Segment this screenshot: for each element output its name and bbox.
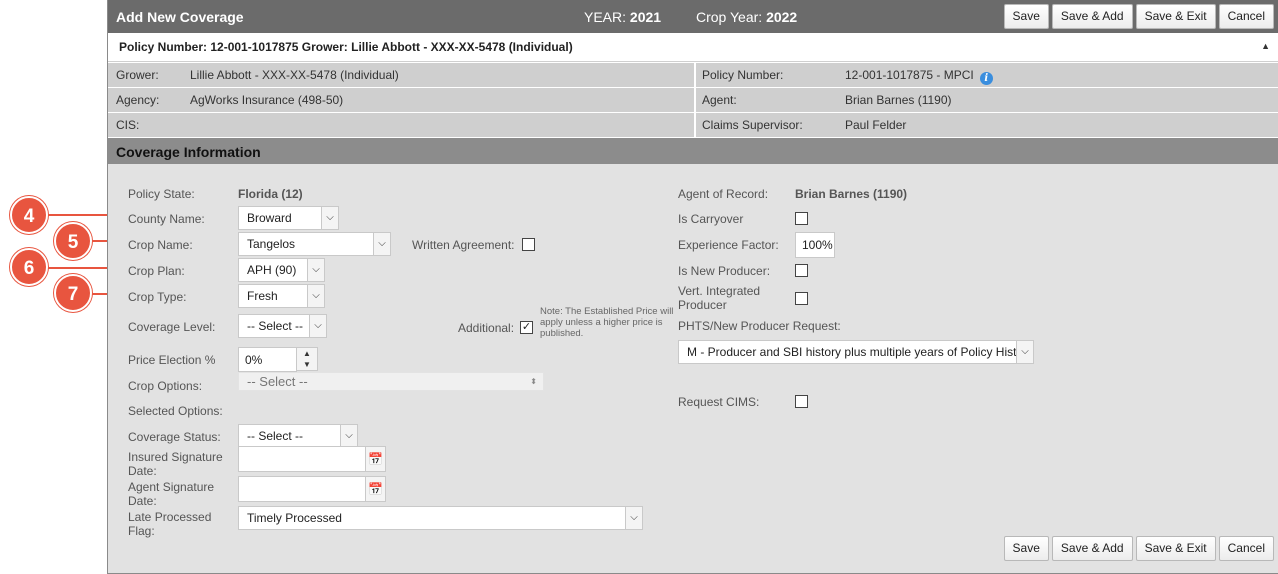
phts-label: PHTS/New Producer Request:	[678, 319, 841, 333]
up-arrow-icon[interactable]: ▲	[297, 348, 317, 359]
agency-value: AgWorks Insurance (498-50)	[190, 93, 344, 107]
claims-supervisor-label: Claims Supervisor:	[702, 118, 803, 132]
price-election-input[interactable]: 0%	[238, 347, 297, 372]
chevron-down-icon: ⌵	[1016, 341, 1033, 363]
new-producer-checkbox[interactable]	[795, 264, 808, 277]
carryover-label: Is Carryover	[678, 212, 744, 226]
chevron-down-icon: ⌵	[307, 259, 324, 281]
save-add-button[interactable]: Save & Add	[1051, 4, 1133, 29]
sort-arrows-icon: ⬍	[530, 377, 537, 386]
established-price-note: Note: The Established Price will apply u…	[540, 306, 674, 339]
title-bar: Add New Coverage YEAR: 2021 Crop Year: 2…	[108, 0, 1278, 33]
callout-marker-7: 7	[54, 274, 92, 312]
coverage-form: Policy State: Florida (12) County Name: …	[108, 164, 1278, 573]
claims-supervisor-value: Paul Felder	[845, 118, 907, 132]
additional-label: Additional:	[458, 321, 515, 335]
chevron-down-icon: ⌵	[373, 233, 390, 255]
save-exit-button[interactable]: Save & Exit	[1135, 536, 1216, 561]
agent-label: Agent:	[702, 93, 737, 107]
written-agreement-label: Written Agreement:	[412, 238, 515, 252]
new-producer-label: Is New Producer:	[678, 264, 771, 278]
chevron-down-icon: ⌵	[321, 207, 338, 229]
request-cims-label: Request CIMS:	[678, 395, 760, 409]
agent-value: Brian Barnes (1190)	[845, 93, 952, 107]
additional-checkbox[interactable]: ✓	[520, 321, 533, 334]
year-display: YEAR: 2021	[584, 9, 662, 25]
info-row-agency: Agency: AgWorks Insurance (498-50) Agent…	[108, 87, 1278, 112]
crop-plan-select[interactable]: APH (90) ⌵	[238, 258, 325, 282]
crop-plan-label: Crop Plan:	[128, 264, 185, 278]
policy-number-label: Policy Number:	[702, 68, 784, 82]
crop-name-select[interactable]: Tangelos ⌵	[238, 232, 391, 256]
insured-signature-date-input[interactable]	[238, 446, 366, 472]
policy-info-table: Grower: Lillie Abbott - XXX-XX-5478 (Ind…	[108, 62, 1278, 137]
policy-summary-text: Policy Number: 12-001-1017875 Grower: Li…	[119, 40, 573, 54]
late-processed-label: Late Processed Flag:	[128, 510, 212, 538]
policy-state-value: Florida (12)	[238, 187, 303, 201]
cancel-button[interactable]: Cancel	[1218, 536, 1274, 561]
crop-options-label: Crop Options:	[128, 379, 203, 393]
crop-type-label: Crop Type:	[128, 290, 187, 304]
coverage-level-select[interactable]: -- Select -- ⌵	[238, 314, 327, 338]
grower-value: Lillie Abbott - XXX-XX-5478 (Individual)	[190, 68, 399, 82]
info-divider	[694, 62, 696, 137]
callout-marker-4: 4	[10, 196, 48, 234]
save-exit-button[interactable]: Save & Exit	[1135, 4, 1216, 29]
agency-label: Agency:	[116, 93, 160, 107]
callout-marker-5: 5	[54, 222, 92, 260]
agent-of-record-value: Brian Barnes (1190)	[795, 187, 908, 201]
phts-select[interactable]: M - Producer and SBI history plus multip…	[678, 340, 1034, 364]
policy-number-value: 12-001-1017875 - MPCI i	[845, 68, 993, 85]
chevron-down-icon: ⌵	[307, 285, 324, 307]
crop-options-select[interactable]: -- Select -- ⬍	[238, 372, 544, 391]
cis-label: CIS:	[116, 118, 140, 132]
county-name-select[interactable]: Broward ⌵	[238, 206, 339, 230]
grower-label: Grower:	[116, 68, 159, 82]
insured-signature-label: Insured Signature Date:	[128, 450, 223, 478]
window-title: Add New Coverage	[116, 9, 244, 25]
bottom-button-group: Save Save & Add Save & Exit Cancel	[1003, 536, 1274, 561]
policy-summary-bar[interactable]: Policy Number: 12-001-1017875 Grower: Li…	[108, 33, 1278, 62]
written-agreement-checkbox[interactable]	[522, 238, 535, 251]
collapse-icon[interactable]: ▲	[1261, 41, 1270, 51]
top-button-group: Save Save & Add Save & Exit Cancel	[1003, 4, 1274, 29]
crop-type-select[interactable]: Fresh ⌵	[238, 284, 325, 308]
vert-integrated-checkbox[interactable]	[795, 292, 808, 305]
agent-of-record-label: Agent of Record:	[678, 187, 769, 201]
price-election-label: Price Election %	[128, 353, 216, 367]
down-arrow-icon[interactable]: ▼	[297, 359, 317, 370]
crop-year-display: Crop Year: 2022	[696, 9, 798, 25]
save-add-button[interactable]: Save & Add	[1051, 536, 1133, 561]
chevron-down-icon: ⌵	[309, 315, 326, 337]
crop-name-label: Crop Name:	[128, 238, 193, 252]
policy-state-label: Policy State:	[128, 187, 195, 201]
save-button[interactable]: Save	[1003, 4, 1049, 29]
experience-factor-input[interactable]: 100%	[795, 232, 835, 258]
agent-signature-date-input[interactable]	[238, 476, 366, 502]
experience-factor-label: Experience Factor:	[678, 238, 779, 252]
carryover-checkbox[interactable]	[795, 212, 808, 225]
calendar-icon[interactable]: 📅	[365, 476, 386, 502]
add-coverage-window: Add New Coverage YEAR: 2021 Crop Year: 2…	[107, 0, 1278, 574]
info-row-cis: CIS: Claims Supervisor: Paul Felder	[108, 112, 1278, 137]
callout-marker-6: 6	[10, 248, 48, 286]
agent-signature-label: Agent Signature Date:	[128, 480, 215, 508]
cancel-button[interactable]: Cancel	[1218, 4, 1274, 29]
coverage-status-select[interactable]: -- Select -- ⌵	[238, 424, 358, 448]
request-cims-checkbox[interactable]	[795, 395, 808, 408]
coverage-level-label: Coverage Level:	[128, 320, 216, 334]
selected-options-label: Selected Options:	[128, 404, 223, 418]
info-row-grower: Grower: Lillie Abbott - XXX-XX-5478 (Ind…	[108, 62, 1278, 87]
vert-integrated-label: Vert. Integrated Producer	[678, 284, 761, 312]
coverage-status-label: Coverage Status:	[128, 430, 221, 444]
coverage-info-header: Coverage Information	[108, 137, 1278, 164]
chevron-down-icon: ⌵	[625, 507, 642, 529]
late-processed-select[interactable]: Timely Processed ⌵	[238, 506, 643, 530]
calendar-icon[interactable]: 📅	[365, 446, 386, 472]
county-name-label: County Name:	[128, 212, 205, 226]
chevron-down-icon: ⌵	[340, 425, 357, 447]
info-icon[interactable]: i	[979, 72, 993, 85]
save-button[interactable]: Save	[1003, 536, 1049, 561]
price-election-spinner[interactable]: ▲ ▼	[296, 347, 318, 371]
